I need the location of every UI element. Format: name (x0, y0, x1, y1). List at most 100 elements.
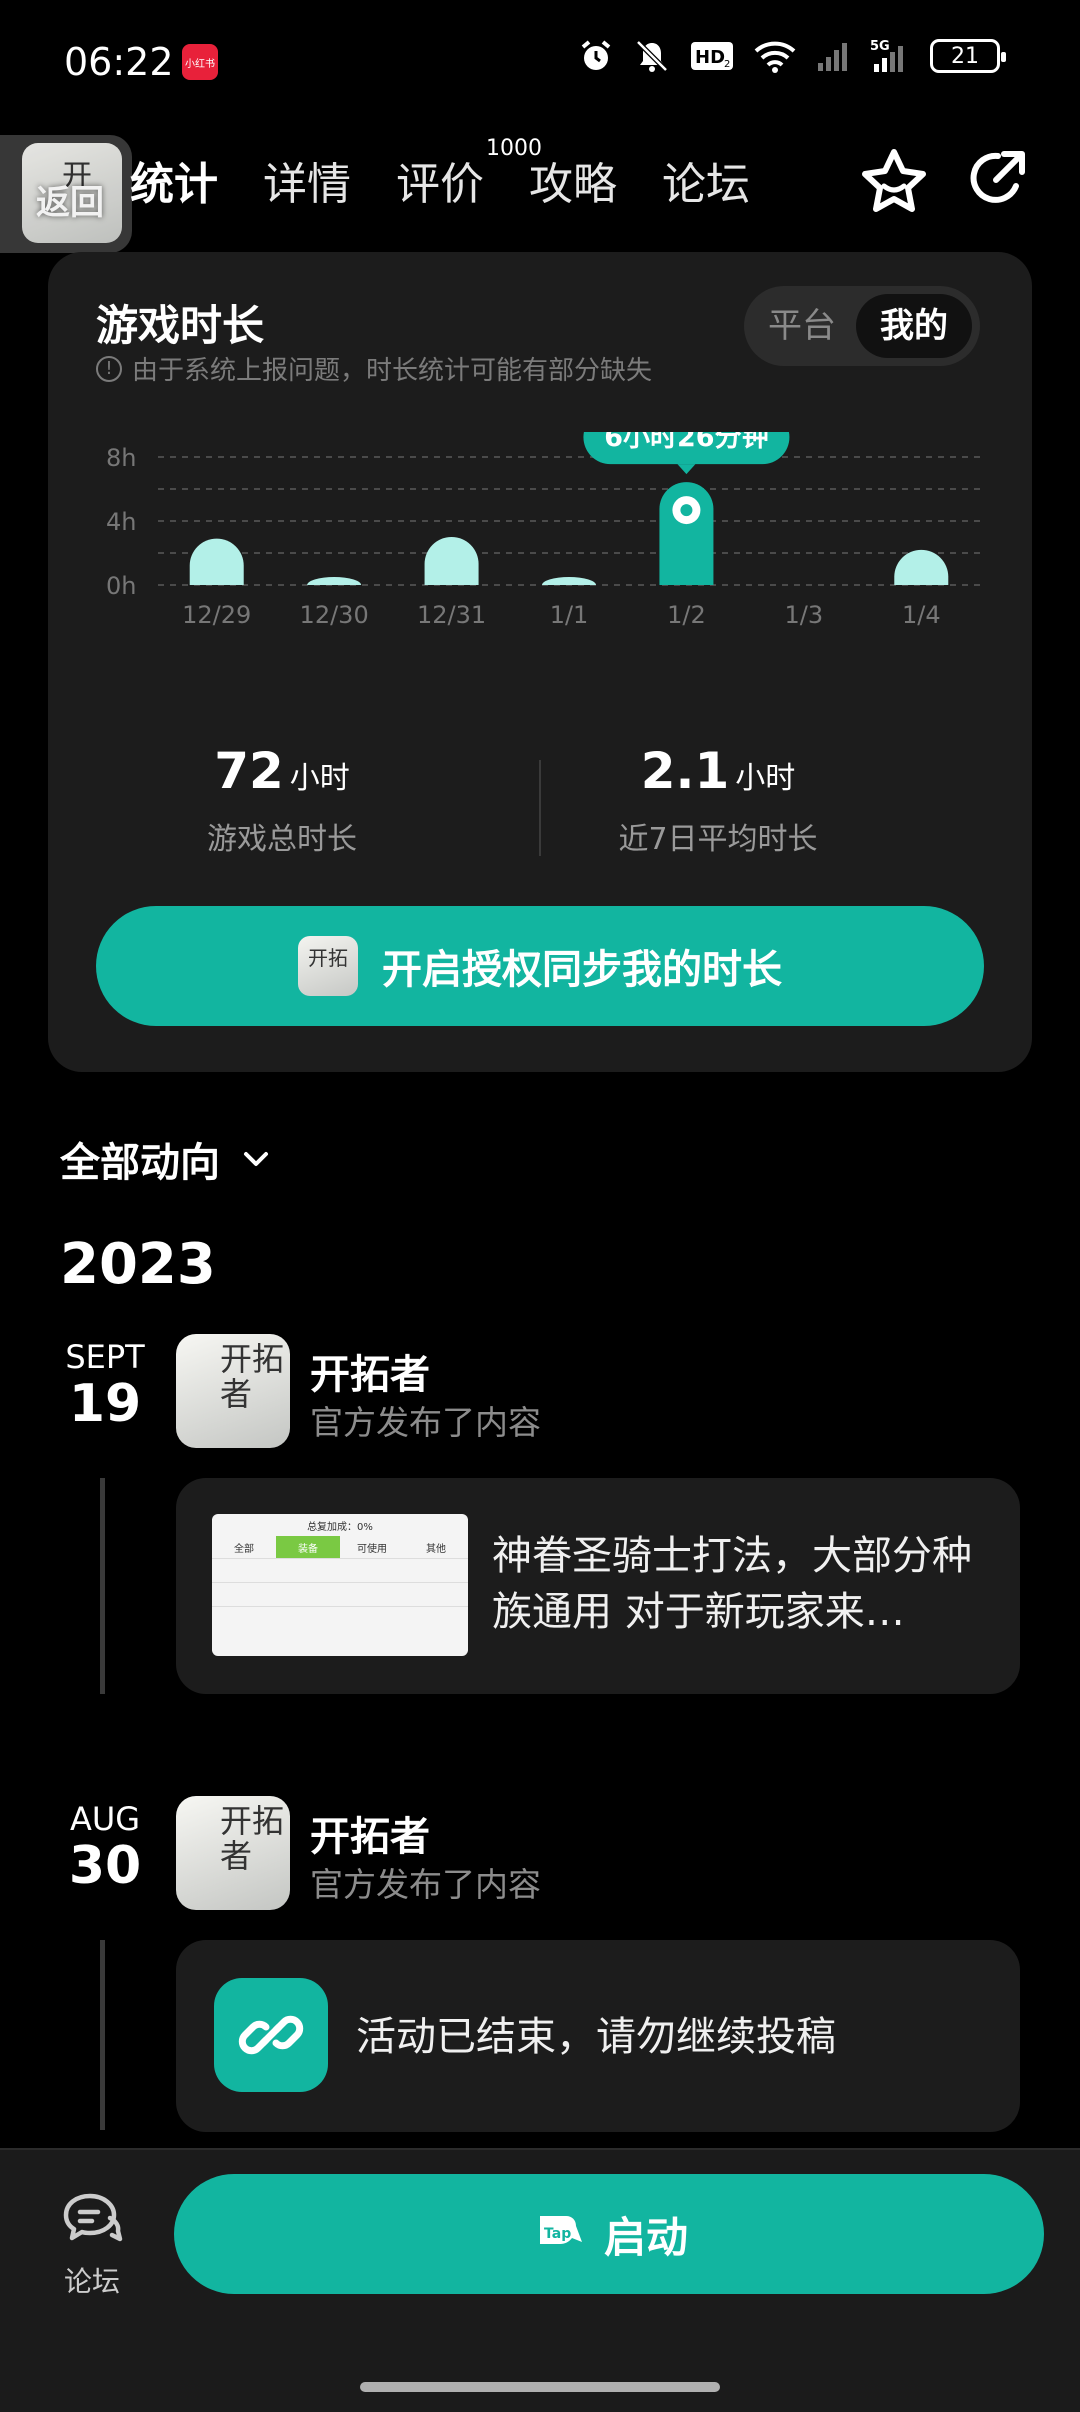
status-time: 06:22 (64, 40, 174, 84)
svg-text:2: 2 (724, 59, 730, 70)
x-tick-label: 1/3 (785, 601, 824, 629)
tab-reviews-label: 评价 (396, 159, 484, 210)
chart-bar (307, 577, 362, 585)
avg-value: 2.1 (640, 742, 730, 800)
svg-text:5G: 5G (870, 39, 890, 54)
post-subtitle: 官方发布了内容 (310, 1403, 541, 1442)
playtime-card: 游戏时长 ! 由于系统上报问题，时长统计可能有部分缺失 平台 我的 0h 4h 8h… (48, 252, 1032, 1072)
favorite-star-icon[interactable] (858, 146, 930, 218)
timeline-line (100, 1940, 105, 2130)
thumbnail-tabs: 全部 装备 可使用 其他 (212, 1536, 468, 1558)
bottom-bar: 论坛 Tap 启动 (0, 2148, 1080, 2412)
thumbnail-header-text: 总复加成：0% (307, 1521, 373, 1533)
share-icon[interactable] (960, 146, 1032, 218)
total-value: 72 (214, 742, 284, 800)
total-unit: 小时 (289, 761, 350, 796)
author-avatar[interactable]: 开拓者 (176, 1334, 290, 1448)
info-icon: ! (96, 355, 122, 382)
stats-divider (539, 760, 541, 856)
signal-icon (818, 43, 847, 71)
game-icon: 开拓 (298, 936, 358, 996)
post-month: SEPT (65, 1338, 145, 1376)
card-title: 游戏时长 (96, 301, 265, 350)
top-tabs: 统计 详情 评价 1000 攻略 论坛 (130, 136, 795, 212)
5g-signal-icon: 5G (870, 39, 903, 72)
y-tick-label: 8h (106, 444, 136, 472)
x-tick-label: 1/1 (550, 601, 589, 629)
total-playtime: 72 小时 游戏总时长 (132, 742, 432, 858)
forum-label: 论坛 (63, 2265, 120, 2298)
activity-filter[interactable]: 全部动向 (60, 1130, 274, 1188)
thumbnail-header: 总复加成：0% (212, 1514, 468, 1536)
alarm-icon (581, 40, 611, 70)
wifi-icon (754, 41, 796, 73)
chart-bar (424, 537, 479, 585)
post-date: SEPT 19 (50, 1338, 160, 1434)
post-text: 神眷圣骑士打法，大部分种族通用 对于新玩家来… (492, 1533, 972, 1635)
avatar-text: 开拓者 (220, 1340, 285, 1414)
toggle-platform[interactable]: 平台 (768, 294, 836, 358)
forum-button[interactable]: 论坛 (52, 2190, 132, 2300)
hd-icon: HD2 (691, 42, 733, 70)
tab-guides[interactable]: 攻略 (529, 148, 617, 212)
x-tick-label: 1/4 (902, 601, 941, 629)
bar-marker-dot (680, 504, 693, 517)
post-author[interactable]: 开拓者 (310, 1342, 430, 1400)
avg-label: 近7日平均时长 (618, 822, 818, 857)
thumbnail-row (212, 1558, 468, 1582)
thumbnail-row (212, 1582, 468, 1606)
post-subtitle: 官方发布了内容 (310, 1865, 541, 1904)
sync-playtime-button[interactable]: 开拓 开启授权同步我的时长 (96, 906, 984, 1026)
timeline-line (100, 1478, 105, 1694)
source-toggle: 平台 我的 (744, 286, 980, 366)
battery-icon: 21 (930, 39, 1006, 73)
chart-bar (894, 549, 949, 585)
bar-tooltip-pointer (677, 464, 696, 475)
thumbnail-tab: 其他 (426, 1543, 446, 1555)
sync-button-label: 开启授权同步我的时长 (382, 947, 782, 993)
toggle-mine[interactable]: 我的 (856, 294, 972, 358)
y-tick-label: 4h (106, 508, 136, 536)
notification-app-icon: 小红书 (182, 44, 218, 80)
tab-details[interactable]: 详情 (263, 148, 351, 212)
mute-icon (636, 40, 668, 72)
post-month: AUG (69, 1800, 141, 1838)
bar-tooltip-text: 6小时26分钟 (604, 432, 768, 453)
author-avatar[interactable]: 开拓者 (176, 1796, 290, 1910)
link-icon (214, 1978, 328, 2092)
post-card[interactable]: 活动已结束，请勿继续投稿 (176, 1940, 1020, 2132)
total-label: 游戏总时长 (207, 822, 357, 857)
status-icons: HD 2 5G 21 (578, 38, 1006, 74)
tab-reviews[interactable]: 评价 1000 (396, 136, 542, 212)
tab-forum[interactable]: 论坛 (662, 148, 750, 212)
chart-bar (542, 577, 596, 585)
post-day: 19 (68, 1374, 142, 1434)
x-tick-label: 12/31 (417, 601, 486, 629)
post-day: 30 (68, 1836, 142, 1896)
x-tick-label: 1/2 (667, 601, 706, 629)
avatar-text: 开拓者 (220, 1802, 285, 1876)
back-label: 返回 (36, 183, 104, 223)
year-heading: 2023 (60, 1232, 216, 1297)
tab-stats[interactable]: 统计 (130, 148, 224, 212)
note-text: 由于系统上报问题，时长统计可能有部分缺失 (132, 356, 653, 386)
svg-text:HD: HD (695, 47, 725, 68)
thumbnail-tab: 可使用 (357, 1543, 387, 1555)
post-author[interactable]: 开拓者 (310, 1804, 430, 1862)
post-date: AUG 30 (50, 1800, 160, 1896)
launch-button[interactable]: Tap 启动 (174, 2174, 1044, 2294)
post-card[interactable]: 总复加成：0% 全部 装备 可使用 其他 神眷圣骑士打法，大部分种族通用 对于新… (176, 1478, 1020, 1694)
back-button[interactable]: 开 返回 (0, 135, 132, 253)
avg-unit: 小时 (735, 761, 796, 796)
x-tick-label: 12/30 (300, 601, 369, 629)
tap-icon-text: Tap (544, 2226, 571, 2242)
chevron-down-icon (244, 1152, 268, 1166)
tap-icon: Tap (539, 2216, 582, 2244)
thumbnail-tab: 装备 (276, 1536, 340, 1558)
average-playtime: 2.1 小时 近7日平均时长 (568, 742, 868, 858)
card-note: ! 由于系统上报问题，时长统计可能有部分缺失 (96, 350, 652, 387)
launch-label: 启动 (603, 2212, 688, 2262)
home-indicator[interactable] (360, 2382, 720, 2392)
post-thumbnail: 总复加成：0% 全部 装备 可使用 其他 (212, 1514, 468, 1656)
filter-label: 全部动向 (60, 1140, 220, 1186)
